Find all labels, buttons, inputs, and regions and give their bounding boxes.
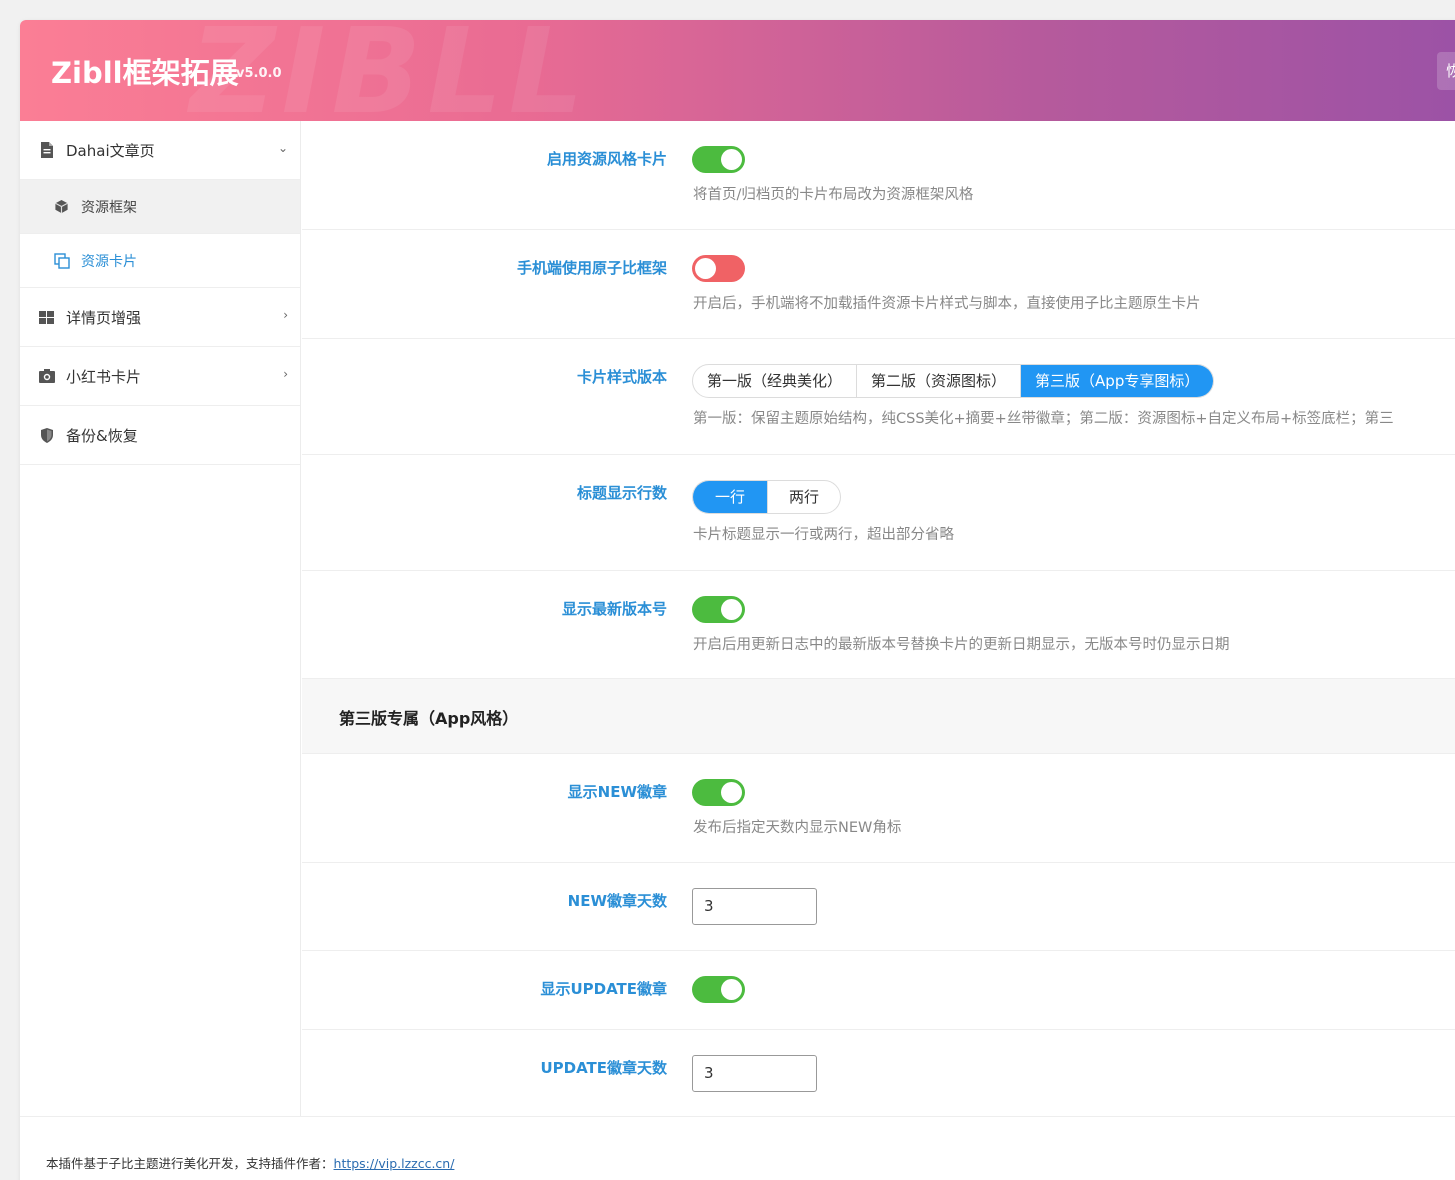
setting-description: 发布后指定天数内显示NEW角标 bbox=[693, 820, 902, 836]
sidebar-item-label: 小红书卡片 bbox=[66, 367, 142, 386]
footer: 本插件基于子比主题进行美化开发，支持插件作者：https://vip.lzzcc… bbox=[20, 1116, 1455, 1180]
card-version-buttonset: 第一版（经典美化） 第二版（资源图标） 第三版（App专享图标） bbox=[692, 364, 1215, 398]
app-window: ZIBLL Zibll框架拓展 v5.0.0 恢 Dahai文章页 ⌄ 资源框架… bbox=[20, 20, 1455, 1180]
sidebar: Dahai文章页 ⌄ 资源框架 资源卡片 详情页增强 › 小红书卡片 › 备份&… bbox=[20, 121, 301, 1116]
setting-show-version: 显示最新版本号 开启后用更新日志中的最新版本号替换卡片的更新日期显示，无版本号时… bbox=[302, 571, 1455, 679]
setting-description: 第一版：保留主题原始结构，纯CSS美化+摘要+丝带徽章；第二版：资源图标+自定义… bbox=[693, 411, 1394, 427]
header-banner: ZIBLL Zibll框架拓展 v5.0.0 恢 bbox=[20, 20, 1455, 121]
setting-label: 显示最新版本号 bbox=[561, 600, 667, 618]
shield-icon bbox=[38, 427, 55, 443]
chevron-down-icon: ⌄ bbox=[277, 141, 288, 155]
document-icon bbox=[38, 142, 55, 158]
section-heading-v3: 第三版专属（App风格） bbox=[302, 679, 1455, 754]
setting-label: UPDATE徽章天数 bbox=[540, 1059, 667, 1077]
setting-description: 卡片标题显示一行或两行，超出部分省略 bbox=[693, 527, 954, 543]
show-update-toggle[interactable] bbox=[692, 976, 745, 1003]
setting-label: 手机端使用原子比框架 bbox=[516, 259, 667, 277]
app-title: Zibll框架拓展 bbox=[51, 56, 239, 90]
show-new-toggle[interactable] bbox=[692, 779, 745, 806]
setting-mobile-native: 手机端使用原子比框架 开启后，手机端将不加载插件资源卡片样式与脚本，直接使用子比… bbox=[302, 230, 1455, 339]
sidebar-item-dahai-article[interactable]: Dahai文章页 ⌄ bbox=[20, 121, 300, 180]
title-lines-option-one[interactable]: 一行 bbox=[693, 481, 769, 513]
title-lines-option-two[interactable]: 两行 bbox=[768, 481, 840, 513]
setting-label: 显示UPDATE徽章 bbox=[540, 980, 667, 998]
mobile-native-toggle[interactable] bbox=[692, 255, 745, 282]
settings-panel: 启用资源风格卡片 将首页/归档页的卡片布局改为资源框架风格 手机端使用原子比框架… bbox=[302, 121, 1455, 1116]
setting-title-lines: 标题显示行数 一行 两行 卡片标题显示一行或两行，超出部分省略 bbox=[302, 455, 1455, 571]
card-version-option-3[interactable]: 第三版（App专享图标） bbox=[1021, 365, 1214, 397]
setting-card-version: 卡片样式版本 第一版（经典美化） 第二版（资源图标） 第三版（App专享图标） … bbox=[302, 339, 1455, 455]
setting-show-update: 显示UPDATE徽章 bbox=[302, 951, 1455, 1030]
sidebar-item-label: Dahai文章页 bbox=[66, 141, 155, 160]
grid-icon bbox=[38, 309, 55, 325]
copy-icon bbox=[53, 252, 70, 269]
sidebar-item-backup-restore[interactable]: 备份&恢复 bbox=[20, 406, 300, 465]
new-days-input[interactable]: 3 bbox=[692, 888, 817, 925]
setting-update-days: UPDATE徽章天数 3 bbox=[302, 1030, 1455, 1116]
sidebar-item-label: 详情页增强 bbox=[66, 308, 142, 327]
setting-description: 开启后用更新日志中的最新版本号替换卡片的更新日期显示，无版本号时仍显示日期 bbox=[693, 637, 1230, 653]
app-version: v5.0.0 bbox=[236, 66, 282, 81]
footer-text: 本插件基于子比主题进行美化开发，支持插件作者：https://vip.lzzcc… bbox=[46, 1153, 454, 1172]
setting-description: 开启后，手机端将不加载插件资源卡片样式与脚本，直接使用子比主题原生卡片 bbox=[693, 296, 1201, 312]
card-version-option-2[interactable]: 第二版（资源图标） bbox=[857, 365, 1022, 397]
setting-label: 卡片样式版本 bbox=[576, 368, 667, 386]
setting-label: 显示NEW徽章 bbox=[567, 783, 667, 801]
setting-label: 启用资源风格卡片 bbox=[546, 150, 667, 168]
setting-new-days: NEW徽章天数 3 bbox=[302, 863, 1455, 951]
title-lines-buttonset: 一行 两行 bbox=[692, 480, 842, 514]
section-title: 第三版专属（App风格） bbox=[339, 709, 519, 728]
camera-icon bbox=[38, 368, 55, 384]
author-link[interactable]: https://vip.lzzcc.cn/ bbox=[334, 1156, 455, 1171]
sidebar-item-label: 备份&恢复 bbox=[66, 426, 138, 445]
setting-enable-card: 启用资源风格卡片 将首页/归档页的卡片布局改为资源框架风格 bbox=[302, 121, 1455, 230]
card-version-option-1[interactable]: 第一版（经典美化） bbox=[693, 365, 858, 397]
footer-credit: 本插件基于子比主题进行美化开发，支持插件作者： bbox=[46, 1156, 334, 1171]
chevron-right-icon: › bbox=[283, 367, 288, 381]
sidebar-subitem-resource-card[interactable]: 资源卡片 bbox=[20, 234, 300, 288]
update-days-input[interactable]: 3 bbox=[692, 1055, 817, 1092]
header-action-button[interactable]: 恢 bbox=[1437, 52, 1455, 90]
enable-card-toggle[interactable] bbox=[692, 146, 745, 173]
sidebar-item-label: 资源卡片 bbox=[81, 253, 137, 270]
setting-label: NEW徽章天数 bbox=[567, 892, 667, 910]
sidebar-item-detail-enhance[interactable]: 详情页增强 › bbox=[20, 288, 300, 347]
setting-label: 标题显示行数 bbox=[576, 484, 667, 502]
setting-description: 将首页/归档页的卡片布局改为资源框架风格 bbox=[693, 187, 974, 203]
cube-icon bbox=[53, 199, 70, 215]
setting-show-new: 显示NEW徽章 发布后指定天数内显示NEW角标 bbox=[302, 754, 1455, 863]
sidebar-subitem-resource-frame[interactable]: 资源框架 bbox=[20, 180, 300, 234]
sidebar-item-xiaohongshu-card[interactable]: 小红书卡片 › bbox=[20, 347, 300, 406]
sidebar-item-label: 资源框架 bbox=[81, 199, 137, 216]
chevron-right-icon: › bbox=[283, 308, 288, 322]
show-version-toggle[interactable] bbox=[692, 596, 745, 623]
